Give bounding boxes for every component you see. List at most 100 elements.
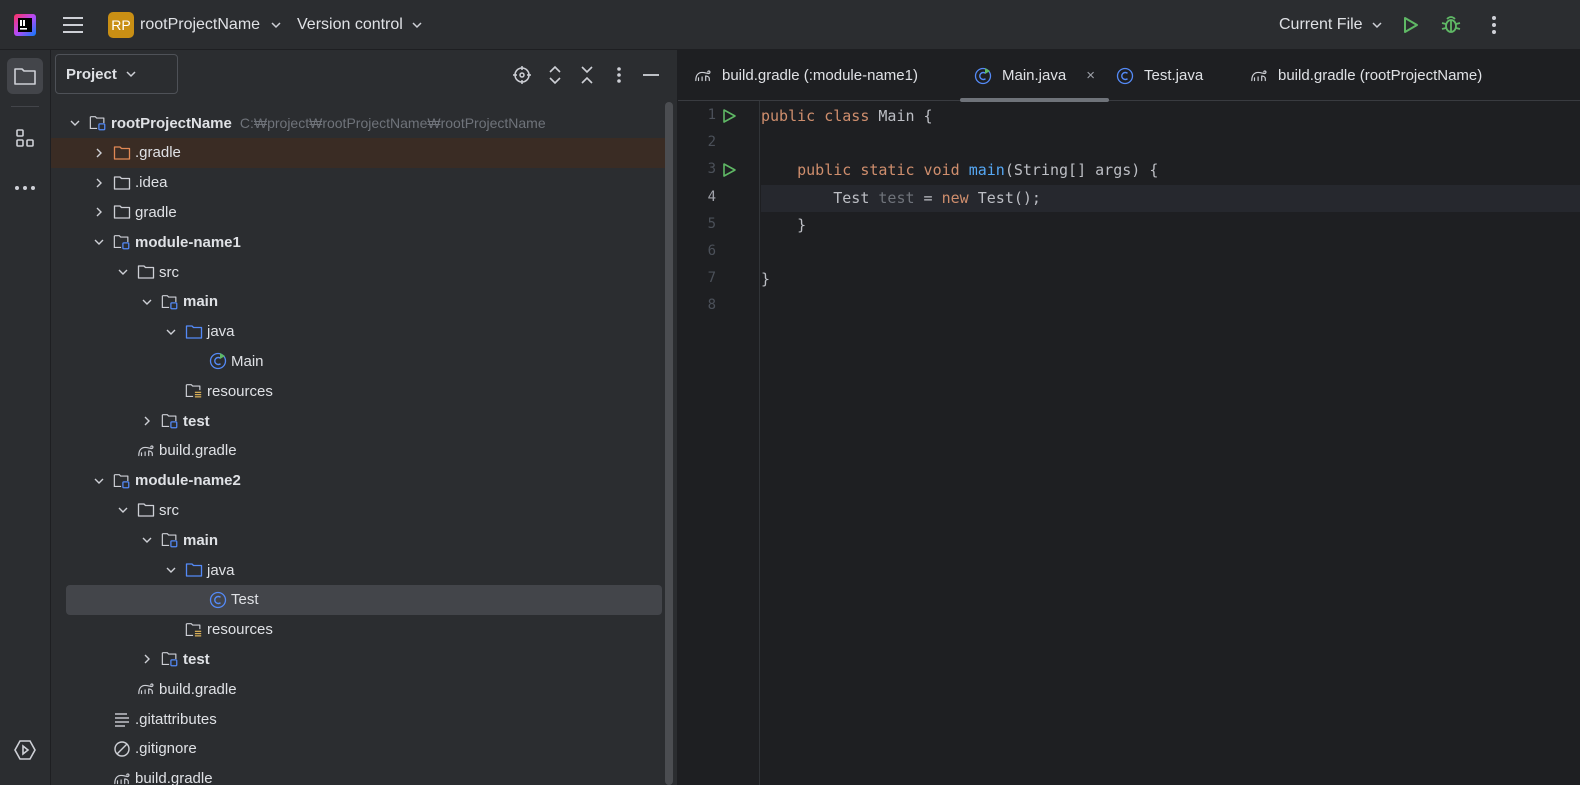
tree-scrollbar[interactable] (665, 102, 673, 785)
module-folder-icon (89, 114, 107, 132)
options-icon[interactable] (608, 64, 630, 86)
chevron-down-icon[interactable] (163, 562, 179, 578)
line-number: 1 (707, 107, 716, 123)
project-tool-window: Project rootProjectName C:₩project₩rootPr… (51, 50, 678, 785)
code-line[interactable] (761, 293, 1580, 320)
tree-node-label: build.gradle (159, 442, 237, 460)
chevron-down-icon (126, 71, 136, 78)
project-path: C:₩project₩rootProjectName₩rootProjectNa… (239, 115, 546, 131)
editor-tab[interactable]: build.gradle (:module-name1) (694, 50, 918, 101)
code-line[interactable]: } (761, 212, 1580, 239)
code-line[interactable]: Test test = new Test(); (761, 184, 1580, 212)
tree-node[interactable]: src (51, 257, 667, 287)
tree-node[interactable]: test (51, 644, 667, 674)
editor-tab[interactable]: Main.java × (960, 50, 1109, 102)
tree-node[interactable]: Main (51, 346, 667, 376)
tree-node[interactable]: build.gradle (51, 674, 667, 704)
editor-tab-label: build.gradle (:module-name1) (722, 67, 918, 84)
project-folder-icon[interactable] (7, 58, 43, 94)
debug-icon[interactable] (1439, 13, 1463, 37)
tree-node[interactable]: src (51, 495, 667, 525)
code-line[interactable] (761, 239, 1580, 266)
resources-folder-icon (185, 382, 203, 400)
hide-icon[interactable] (640, 64, 662, 86)
gutter-run-icon[interactable] (720, 161, 738, 179)
more-vertical-icon[interactable] (1482, 13, 1506, 37)
tree-node-label: Test (231, 591, 259, 609)
code-line[interactable]: public class Main { (761, 103, 1580, 130)
chevron-down-icon[interactable] (91, 473, 107, 489)
chevron-down-icon[interactable] (67, 115, 83, 131)
chevron-right-icon[interactable] (91, 175, 107, 191)
editor-tab-bar: build.gradle (:module-name1) Main.java × Te… (678, 50, 1580, 102)
tree-node[interactable]: resources (51, 615, 667, 645)
tree-node[interactable]: module-name1 (51, 227, 667, 257)
run-configuration-selector[interactable]: Current File (1279, 10, 1383, 40)
code-line[interactable]: public static void main(String[] args) { (761, 157, 1580, 184)
chevron-down-icon[interactable] (115, 264, 131, 280)
chevron-right-icon[interactable] (139, 651, 155, 667)
tree-node[interactable]: build.gradle (51, 764, 667, 785)
tree-node-label: module-name1 (135, 233, 241, 251)
tree-node-label: gradle (135, 203, 177, 221)
project-switcher[interactable]: RP rootProjectName (108, 10, 282, 40)
folder-icon (137, 501, 155, 519)
chevron-right-icon[interactable] (91, 145, 107, 161)
code-line[interactable]: } (761, 266, 1580, 293)
tree-node[interactable]: main (51, 525, 667, 555)
tree-node-label: resources (207, 621, 273, 639)
tree-node[interactable]: .gitignore (51, 734, 667, 764)
tree-node[interactable]: java (51, 317, 667, 347)
project-badge: RP (108, 12, 134, 38)
tree-node[interactable]: java (51, 555, 667, 585)
editor-tab[interactable]: build.gradle (rootProjectName) (1250, 50, 1482, 101)
chevron-down-icon[interactable] (91, 234, 107, 250)
more-horizontal-icon[interactable] (7, 170, 43, 206)
collapse-all-icon[interactable] (576, 64, 598, 86)
run-icon[interactable] (1398, 13, 1422, 37)
structure-icon[interactable] (7, 120, 43, 156)
code-token: (String[] args) { (1004, 161, 1159, 180)
tree-node-label: Main (231, 352, 264, 370)
folder-icon (113, 174, 131, 192)
tree-node[interactable]: module-name2 (51, 466, 667, 496)
line-number: 2 (707, 134, 716, 151)
code-token: new (941, 188, 978, 207)
project-name: rootProjectName (140, 16, 261, 33)
code-token: public static void (797, 161, 969, 180)
tree-node[interactable]: build.gradle (51, 436, 667, 466)
chevron-down-icon[interactable] (163, 324, 179, 340)
hamburger-icon[interactable] (60, 12, 86, 38)
version-control-menu[interactable]: Version control (297, 10, 423, 40)
chevron-down-icon[interactable] (139, 294, 155, 310)
gutter-run-icon[interactable] (720, 107, 738, 125)
tree-node[interactable]: .idea (51, 168, 667, 198)
expand-all-icon[interactable] (544, 64, 566, 86)
services-icon[interactable] (7, 732, 43, 768)
chevron-right-icon[interactable] (91, 204, 107, 220)
tree-node[interactable]: rootProjectName C:₩project₩rootProjectNam… (51, 108, 667, 138)
folder-icon (113, 203, 131, 221)
tree-node[interactable]: .gitattributes (51, 704, 667, 734)
text-lines-icon (113, 710, 131, 728)
chevron-down-icon[interactable] (139, 532, 155, 548)
tree-node[interactable]: gradle (51, 197, 667, 227)
stripe-separator (11, 106, 39, 107)
line-number: 7 (707, 270, 716, 287)
editor-tab[interactable]: Test.java (1116, 50, 1203, 101)
tree-node[interactable]: main (51, 287, 667, 317)
locate-icon[interactable] (511, 64, 533, 86)
tree-node[interactable]: test (51, 406, 667, 436)
project-view-dropdown[interactable]: Project (55, 54, 178, 94)
tree-node[interactable]: .gradle (51, 137, 667, 168)
intellij-logo-icon[interactable] (14, 14, 36, 36)
tree-node[interactable]: resources (51, 376, 667, 406)
chevron-down-icon[interactable] (115, 502, 131, 518)
chevron-right-icon[interactable] (139, 413, 155, 429)
editor-tab-label: build.gradle (rootProjectName) (1278, 67, 1483, 84)
tree-node[interactable]: Test (66, 584, 662, 615)
code-line[interactable] (761, 130, 1580, 157)
main-toolbar: RP rootProjectName Version control Curre… (0, 0, 1580, 50)
close-icon[interactable]: × (1086, 67, 1095, 84)
